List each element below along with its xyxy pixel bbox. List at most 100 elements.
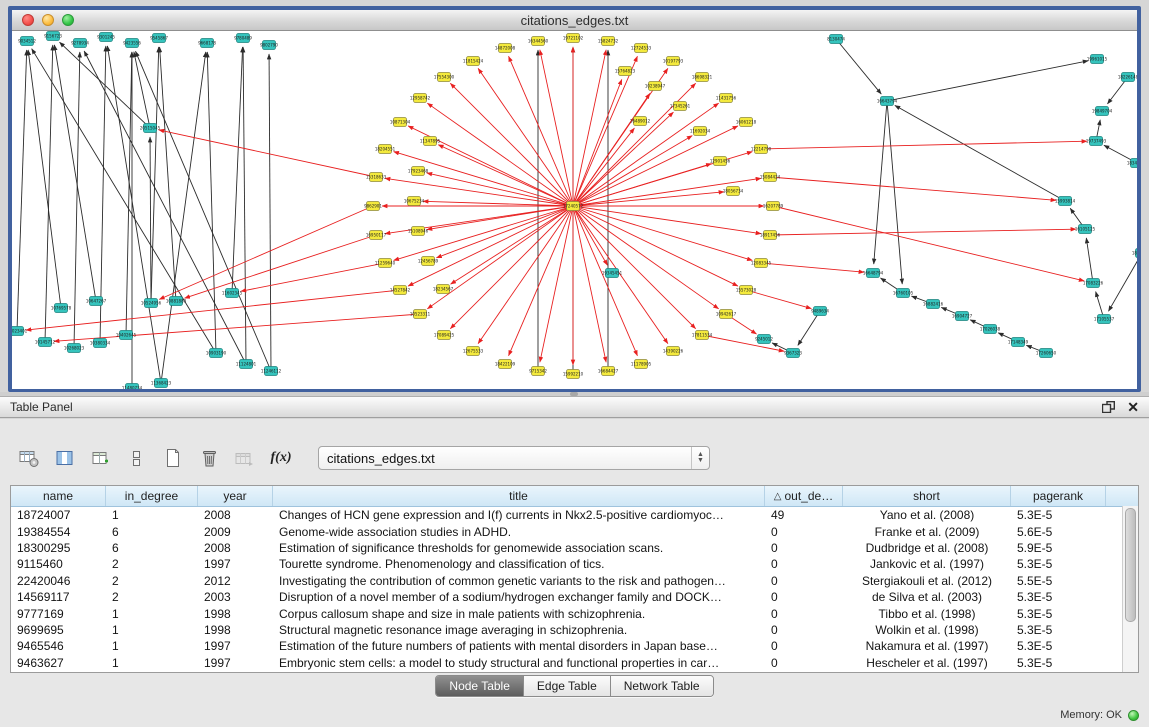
function-builder-icon[interactable]: f(x): [266, 445, 296, 471]
graph-node[interactable]: 16760105: [893, 289, 914, 298]
table-row[interactable]: 1830029562008Estimation of significance …: [11, 540, 1138, 556]
import-table-icon[interactable]: [230, 445, 260, 471]
cell-out-degree[interactable]: 0: [765, 590, 843, 604]
graph-node[interactable]: 15992210: [563, 370, 584, 379]
graph-node[interactable]: 9423556: [123, 39, 141, 48]
graph-node[interactable]: 16489012: [630, 117, 651, 126]
graph-node[interactable]: 15993814: [1055, 197, 1076, 206]
cell-name[interactable]: 9465546: [11, 639, 106, 653]
cell-short[interactable]: Hescheler et al. (1997): [843, 656, 1011, 670]
network-canvas[interactable]: 1724057215084424122147901606121811431756…: [12, 31, 1137, 389]
cell-year[interactable]: 1998: [198, 607, 273, 621]
column-header-title[interactable]: title: [273, 486, 765, 506]
graph-node[interactable]: 16207789: [763, 202, 784, 211]
citation-edge[interactable]: [269, 54, 271, 371]
graph-node[interactable]: 11815424: [463, 57, 484, 66]
cell-short[interactable]: Yano et al. (2008): [843, 508, 1011, 522]
citation-edge-red[interactable]: [423, 201, 573, 206]
graph-node[interactable]: 16950117: [366, 231, 387, 240]
delete-table-icon[interactable]: [194, 445, 224, 471]
graph-node[interactable]: 19849704: [1092, 107, 1113, 116]
citation-edge[interactable]: [798, 311, 820, 345]
cell-out-degree[interactable]: 0: [765, 525, 843, 539]
graph-node[interactable]: 11178905: [631, 360, 652, 369]
table-row[interactable]: 1456911722003Disruption of a novel membe…: [11, 589, 1138, 605]
table-row[interactable]: 1872400712008Changes of HCN gene express…: [11, 507, 1138, 523]
cell-name[interactable]: 19384554: [11, 525, 106, 539]
cell-title[interactable]: Embryonic stem cells: a model to study s…: [273, 656, 765, 670]
graph-node[interactable]: 9668178: [198, 39, 216, 48]
new-table-icon[interactable]: [158, 445, 188, 471]
cell-out-degree[interactable]: 0: [765, 607, 843, 621]
citation-edge[interactable]: [151, 47, 159, 303]
citation-edge-red[interactable]: [746, 290, 811, 309]
graph-node[interactable]: 12214790: [751, 145, 772, 154]
graph-node[interactable]: 8130474: [827, 35, 845, 44]
citation-edge-red[interactable]: [770, 229, 1076, 235]
citation-edge[interactable]: [134, 52, 150, 128]
scrollbar-thumb[interactable]: [1125, 508, 1136, 622]
cell-out-degree[interactable]: 0: [765, 656, 843, 670]
table-row[interactable]: 946362711997Embryonic stem cells: a mode…: [11, 655, 1138, 671]
tab-network-table[interactable]: Network Table: [611, 676, 713, 696]
graph-node[interactable]: 15824732: [598, 37, 619, 46]
graph-node[interactable]: 11480734: [122, 384, 143, 390]
graph-node[interactable]: 18056734: [723, 187, 744, 196]
cell-out-degree[interactable]: 0: [765, 639, 843, 653]
network-window-titlebar[interactable]: citations_edges.txt: [12, 10, 1137, 31]
cell-short[interactable]: Wolkin et al. (1998): [843, 623, 1011, 637]
graph-node[interactable]: 12724533: [631, 44, 652, 53]
graph-node[interactable]: 17089425: [434, 331, 455, 340]
graph-node[interactable]: 16643794: [877, 97, 898, 106]
graph-node[interactable]: 10647267: [86, 297, 107, 306]
cell-short[interactable]: Stergiakouli et al. (2012): [843, 574, 1011, 588]
cell-title[interactable]: Changes of HCN gene expression and I(f) …: [273, 508, 765, 522]
citation-edge-red[interactable]: [26, 290, 400, 330]
graph-node[interactable]: 17148349: [1008, 338, 1029, 347]
graph-node[interactable]: 16904727: [952, 312, 973, 321]
graph-node[interactable]: 10871304: [390, 118, 411, 127]
cell-year[interactable]: 1998: [198, 623, 273, 637]
graph-node[interactable]: 10523311: [410, 310, 431, 319]
citation-edge[interactable]: [874, 101, 887, 264]
citation-edge[interactable]: [160, 47, 176, 301]
graph-node[interactable]: 10881889: [166, 297, 187, 306]
graph-node[interactable]: 10268023: [64, 344, 85, 353]
cell-year[interactable]: 2003: [198, 590, 273, 604]
citation-edge[interactable]: [207, 52, 216, 353]
graph-node[interactable]: 18698321: [692, 73, 713, 82]
select-columns-icon[interactable]: [50, 445, 80, 471]
graph-node[interactable]: 12901456: [710, 157, 731, 166]
table-mode-icon[interactable]: [14, 445, 44, 471]
cell-pagerank[interactable]: 5.3E-5: [1011, 557, 1106, 571]
cell-name[interactable]: 9777169: [11, 607, 106, 621]
citation-edge-red[interactable]: [761, 141, 1087, 149]
graph-node[interactable]: 15084424: [760, 173, 781, 182]
graph-node[interactable]: 17554300: [434, 73, 455, 82]
graph-node[interactable]: 19961015: [1087, 55, 1108, 64]
cell-pagerank[interactable]: 5.3E-5: [1011, 623, 1106, 637]
graph-node[interactable]: 11246112: [261, 367, 282, 376]
citation-edge[interactable]: [1086, 238, 1093, 283]
cell-in-degree[interactable]: 1: [106, 623, 198, 637]
cell-pagerank[interactable]: 5.3E-5: [1011, 607, 1106, 621]
citation-edge-red[interactable]: [241, 263, 385, 291]
citation-edge[interactable]: [54, 45, 96, 301]
graph-node[interactable]: 12083345: [751, 259, 772, 268]
graph-node[interactable]: 17105537: [1094, 315, 1115, 324]
graph-node[interactable]: 17811534: [692, 331, 713, 340]
graph-node[interactable]: 16344560: [528, 37, 549, 46]
cell-out-degree[interactable]: 0: [765, 541, 843, 555]
graph-node[interactable]: 14872008: [495, 44, 516, 53]
graph-node[interactable]: 19721102: [563, 34, 584, 43]
graph-node[interactable]: 15573028: [736, 286, 757, 295]
graph-node[interactable]: 15318633: [366, 173, 387, 182]
cell-pagerank[interactable]: 5.3E-5: [1011, 508, 1106, 522]
zoom-window-button[interactable]: [62, 14, 74, 26]
cell-pagerank[interactable]: 5.3E-5: [1011, 656, 1106, 670]
graph-node[interactable]: 9245012: [755, 335, 773, 344]
citation-edge-red[interactable]: [427, 206, 573, 230]
graph-node[interactable]: 10023401: [12, 327, 28, 336]
cell-short[interactable]: Tibbo et al. (1998): [843, 607, 1011, 621]
row-functions-icon[interactable]: [122, 445, 152, 471]
